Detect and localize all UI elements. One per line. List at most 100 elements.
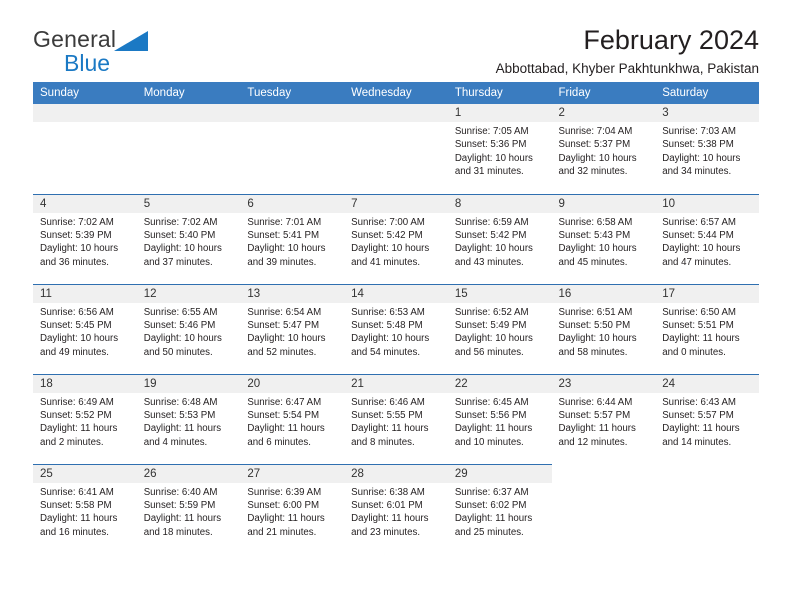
weekday-header-monday: Monday [136,82,241,104]
calendar-week-row: 1 Sunrise: 7:05 AM Sunset: 5:36 PM Daylight… [33,104,759,194]
calendar-day-cell[interactable]: 24 Sunrise: 6:43 AM Sunset: 5:57 PM Dayligh… [655,373,759,464]
day-number: 2 [551,104,656,122]
calendar-day-cell[interactable]: 21 Sunrise: 6:46 AM Sunset: 5:55 PM Dayligh… [344,373,448,464]
day-number: 18 [33,374,137,393]
sunset-text: Sunset: 5:44 PM [662,229,734,241]
sunrise-text: Sunrise: 6:55 AM [143,306,218,318]
day-details: Sunrise: 6:46 AM Sunset: 5:55 PM Daylight:… [344,393,448,450]
sunrise-text: Sunrise: 6:44 AM [558,396,633,408]
calendar-day-cell[interactable]: 29 Sunrise: 6:37 AM Sunset: 6:02 PM Dayligh… [447,463,552,555]
daylight-text: and 10 minutes. [454,436,524,448]
sunset-text: Sunset: 5:51 PM [662,319,734,331]
calendar-day-cell[interactable]: 25 Sunrise: 6:41 AM Sunset: 5:58 PM Dayligh… [33,463,137,554]
calendar-day-cell[interactable]: 14 Sunrise: 6:53 AM Sunset: 5:48 PM Dayligh… [344,283,448,374]
day-number: 14 [344,284,448,303]
calendar-day-cell[interactable]: 18 Sunrise: 6:49 AM Sunset: 5:52 PM Dayligh… [33,373,137,464]
sunset-text: Sunset: 5:58 PM [40,499,112,511]
weekday-header-wednesday: Wednesday [344,82,448,104]
day-cell-inner [655,464,759,554]
daylight-text: and 37 minutes. [143,256,213,268]
logo-text-general: General [33,26,117,52]
sunset-text: Sunset: 6:01 PM [351,499,423,511]
calendar-day-cell[interactable]: 1 Sunrise: 7:05 AM Sunset: 5:36 PM Daylight… [447,104,552,194]
daylight-text: Daylight: 11 hours [662,423,740,435]
day-details: Sunrise: 6:48 AM Sunset: 5:53 PM Daylight:… [137,393,241,450]
daylight-text: and 4 minutes. [143,436,208,448]
calendar-day-cell[interactable]: 2 Sunrise: 7:04 AM Sunset: 5:37 PM Daylight… [551,104,656,194]
day-details: Sunrise: 6:43 AM Sunset: 5:57 PM Daylight:… [655,393,759,450]
calendar-day-cell[interactable]: 26 Sunrise: 6:40 AM Sunset: 5:59 PM Dayligh… [136,463,241,554]
sunrise-text: Sunrise: 6:50 AM [662,306,736,318]
day-number: 10 [655,194,759,213]
day-cell-inner: 5 Sunrise: 7:02 AM Sunset: 5:40 PM Daylight… [136,194,241,284]
calendar-day-cell[interactable]: 13 Sunrise: 6:54 AM Sunset: 5:47 PM Dayligh… [240,283,345,374]
sunrise-text: Sunrise: 7:04 AM [558,126,633,137]
calendar-empty-cell [136,104,241,194]
daylight-text: Daylight: 11 hours [454,513,533,525]
sunset-text: Sunset: 5:59 PM [143,499,216,511]
daylight-text: Daylight: 11 hours [558,423,636,435]
day-cell-inner: 19 Sunrise: 6:48 AM Sunset: 5:53 PM Dayligh… [136,374,241,464]
calendar-day-cell[interactable]: 27 Sunrise: 6:39 AM Sunset: 6:00 PM Dayligh… [240,463,345,554]
calendar-empty-cell [344,104,448,194]
calendar-day-cell[interactable]: 20 Sunrise: 6:47 AM Sunset: 5:54 PM Dayligh… [240,373,345,464]
sunset-text: Sunset: 5:36 PM [454,139,527,151]
weekday-header-thursday: Thursday [447,82,552,104]
day-number: 12 [136,284,241,303]
day-number: 22 [447,374,552,393]
sunrise-text: Sunrise: 6:47 AM [247,396,322,408]
day-details: Sunrise: 6:53 AM Sunset: 5:48 PM Daylight:… [344,303,448,360]
day-details: Sunrise: 6:47 AM Sunset: 5:54 PM Daylight:… [240,393,344,450]
day-cell-inner: 16 Sunrise: 6:51 AM Sunset: 5:50 PM Dayligh… [551,284,656,374]
day-number: 15 [447,284,552,303]
calendar-body: 1 Sunrise: 7:05 AM Sunset: 5:36 PM Daylight… [33,104,759,554]
daylight-text: Daylight: 10 hours [247,243,326,255]
sunrise-text: Sunrise: 6:56 AM [40,306,114,318]
day-details: Sunrise: 7:03 AM Sunset: 5:38 PM Daylight:… [655,122,759,179]
calendar-day-cell[interactable]: 9 Sunrise: 6:58 AM Sunset: 5:43 PM Daylight… [551,193,656,284]
general-blue-logo[interactable]: General Blue [33,26,233,75]
calendar-day-cell[interactable]: 28 Sunrise: 6:38 AM Sunset: 6:01 PM Dayligh… [344,463,448,554]
day-details: Sunrise: 6:57 AM Sunset: 5:44 PM Daylight:… [655,213,759,270]
sunset-text: Sunset: 5:54 PM [247,409,320,421]
daylight-text: Daylight: 11 hours [40,513,118,525]
calendar-day-cell[interactable]: 17 Sunrise: 6:50 AM Sunset: 5:51 PM Dayligh… [655,283,759,374]
day-cell-inner: 29 Sunrise: 6:37 AM Sunset: 6:02 PM Dayligh… [447,464,552,555]
calendar-day-cell[interactable]: 22 Sunrise: 6:45 AM Sunset: 5:56 PM Dayligh… [447,373,552,464]
sunrise-text: Sunrise: 6:38 AM [351,486,425,498]
calendar-day-cell[interactable]: 23 Sunrise: 6:44 AM Sunset: 5:57 PM Dayligh… [551,373,656,464]
calendar-day-cell[interactable]: 3 Sunrise: 7:03 AM Sunset: 5:38 PM Daylight… [655,104,759,194]
calendar-day-cell[interactable]: 15 Sunrise: 6:52 AM Sunset: 5:49 PM Dayligh… [447,283,552,374]
sunset-text: Sunset: 5:39 PM [40,229,112,241]
day-number: 3 [655,104,759,122]
sunrise-text: Sunrise: 6:40 AM [143,486,218,498]
sunset-text: Sunset: 5:42 PM [351,229,423,241]
day-details: Sunrise: 6:55 AM Sunset: 5:46 PM Daylight:… [137,303,241,360]
calendar-week-row: 25 Sunrise: 6:41 AM Sunset: 5:58 PM Dayligh… [33,463,759,555]
day-details: Sunrise: 7:05 AM Sunset: 5:36 PM Daylight:… [448,122,552,179]
day-cell-inner: 1 Sunrise: 7:05 AM Sunset: 5:36 PM Daylight… [447,104,552,194]
calendar-day-cell[interactable]: 16 Sunrise: 6:51 AM Sunset: 5:50 PM Dayligh… [551,283,656,374]
calendar-day-cell[interactable]: 8 Sunrise: 6:59 AM Sunset: 5:42 PM Daylight… [447,193,552,284]
calendar-day-cell[interactable]: 12 Sunrise: 6:55 AM Sunset: 5:46 PM Dayligh… [136,283,241,374]
calendar-week-row: 18 Sunrise: 6:49 AM Sunset: 5:52 PM Dayligh… [33,373,759,464]
daylight-text: and 23 minutes. [351,526,421,538]
day-details: Sunrise: 6:51 AM Sunset: 5:50 PM Daylight:… [552,303,656,360]
calendar-week-row: 11 Sunrise: 6:56 AM Sunset: 5:45 PM Dayligh… [33,283,759,374]
daylight-text: and 2 minutes. [40,436,104,448]
day-details: Sunrise: 6:39 AM Sunset: 6:00 PM Daylight:… [240,483,344,540]
calendar-day-cell[interactable]: 10 Sunrise: 6:57 AM Sunset: 5:44 PM Dayligh… [655,193,759,284]
calendar-day-cell[interactable]: 11 Sunrise: 6:56 AM Sunset: 5:45 PM Dayligh… [33,283,137,374]
calendar-empty-cell [655,464,759,554]
calendar-day-cell[interactable]: 5 Sunrise: 7:02 AM Sunset: 5:40 PM Daylight… [136,193,241,284]
calendar-day-cell[interactable]: 7 Sunrise: 7:00 AM Sunset: 5:42 PM Daylight… [344,193,448,284]
day-details: Sunrise: 6:49 AM Sunset: 5:52 PM Daylight:… [33,393,137,450]
calendar-day-cell[interactable]: 19 Sunrise: 6:48 AM Sunset: 5:53 PM Dayligh… [136,373,241,464]
sunrise-text: Sunrise: 6:46 AM [351,396,425,408]
daylight-text: Daylight: 10 hours [143,243,222,255]
calendar-day-cell[interactable]: 6 Sunrise: 7:01 AM Sunset: 5:41 PM Daylight… [240,193,345,284]
day-cell-inner: 11 Sunrise: 6:56 AM Sunset: 5:45 PM Dayligh… [33,284,137,374]
calendar-day-cell[interactable]: 4 Sunrise: 7:02 AM Sunset: 5:39 PM Daylight… [33,193,137,284]
daylight-text: and 8 minutes. [351,436,415,448]
day-number: 4 [33,194,137,213]
